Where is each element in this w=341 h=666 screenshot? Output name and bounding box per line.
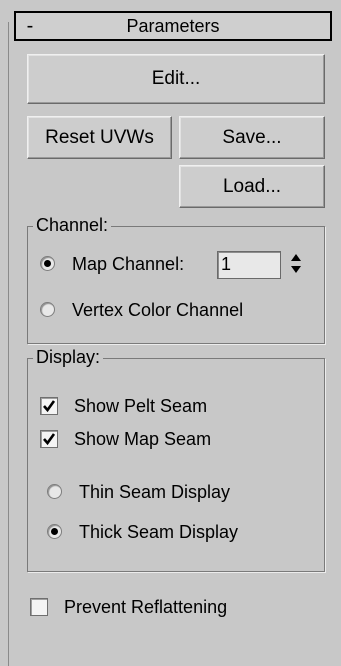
map-channel-input[interactable]: 1 <box>217 251 281 279</box>
display-group-title: Display: <box>33 347 104 367</box>
show-pelt-seam-label: Show Pelt Seam <box>74 396 208 416</box>
edit-button-label: Edit... <box>151 68 201 89</box>
vertex-color-channel-radio[interactable] <box>40 302 55 317</box>
thick-seam-display-radio[interactable] <box>47 524 62 539</box>
reset-uvws-button[interactable]: Reset UVWs <box>27 116 172 159</box>
show-map-seam-label: Show Map Seam <box>74 429 212 449</box>
reset-uvws-button-label: Reset UVWs <box>45 126 154 148</box>
map-channel-radio[interactable] <box>40 256 55 271</box>
radio-selected-icon <box>51 528 58 535</box>
edit-button[interactable]: Edit... <box>27 54 325 104</box>
spinner-arrows-icon[interactable] <box>283 251 309 279</box>
thin-seam-display-label: Thin Seam Display <box>79 482 231 502</box>
spinner-up-icon[interactable] <box>283 251 309 263</box>
save-button[interactable]: Save... <box>179 116 325 159</box>
checkmark-icon <box>43 400 56 413</box>
save-button-label: Save... <box>222 126 282 148</box>
radio-selected-icon <box>44 260 51 267</box>
map-channel-label: Map Channel: <box>72 254 185 274</box>
map-channel-spinner[interactable]: 1 <box>217 251 309 279</box>
collapse-icon[interactable]: - <box>16 16 44 36</box>
show-pelt-seam-checkbox[interactable] <box>40 397 58 415</box>
rollout-title: Parameters <box>126 15 220 36</box>
prevent-reflattening-checkbox[interactable] <box>30 598 48 616</box>
prevent-reflattening-label: Prevent Reflattening <box>64 597 228 617</box>
thin-seam-display-radio[interactable] <box>47 484 62 499</box>
load-button-label: Load... <box>222 175 282 197</box>
channel-group <box>27 226 325 344</box>
vertex-color-channel-label: Vertex Color Channel <box>72 300 244 320</box>
load-button[interactable]: Load... <box>179 165 325 208</box>
thick-seam-display-label: Thick Seam Display <box>79 522 239 542</box>
channel-group-title: Channel: <box>33 215 112 235</box>
checkmark-icon <box>43 433 56 446</box>
show-map-seam-checkbox[interactable] <box>40 430 58 448</box>
rollout-left-border <box>8 22 9 666</box>
spinner-down-icon[interactable] <box>283 263 309 275</box>
rollout-header-parameters[interactable]: - Parameters <box>14 11 332 41</box>
